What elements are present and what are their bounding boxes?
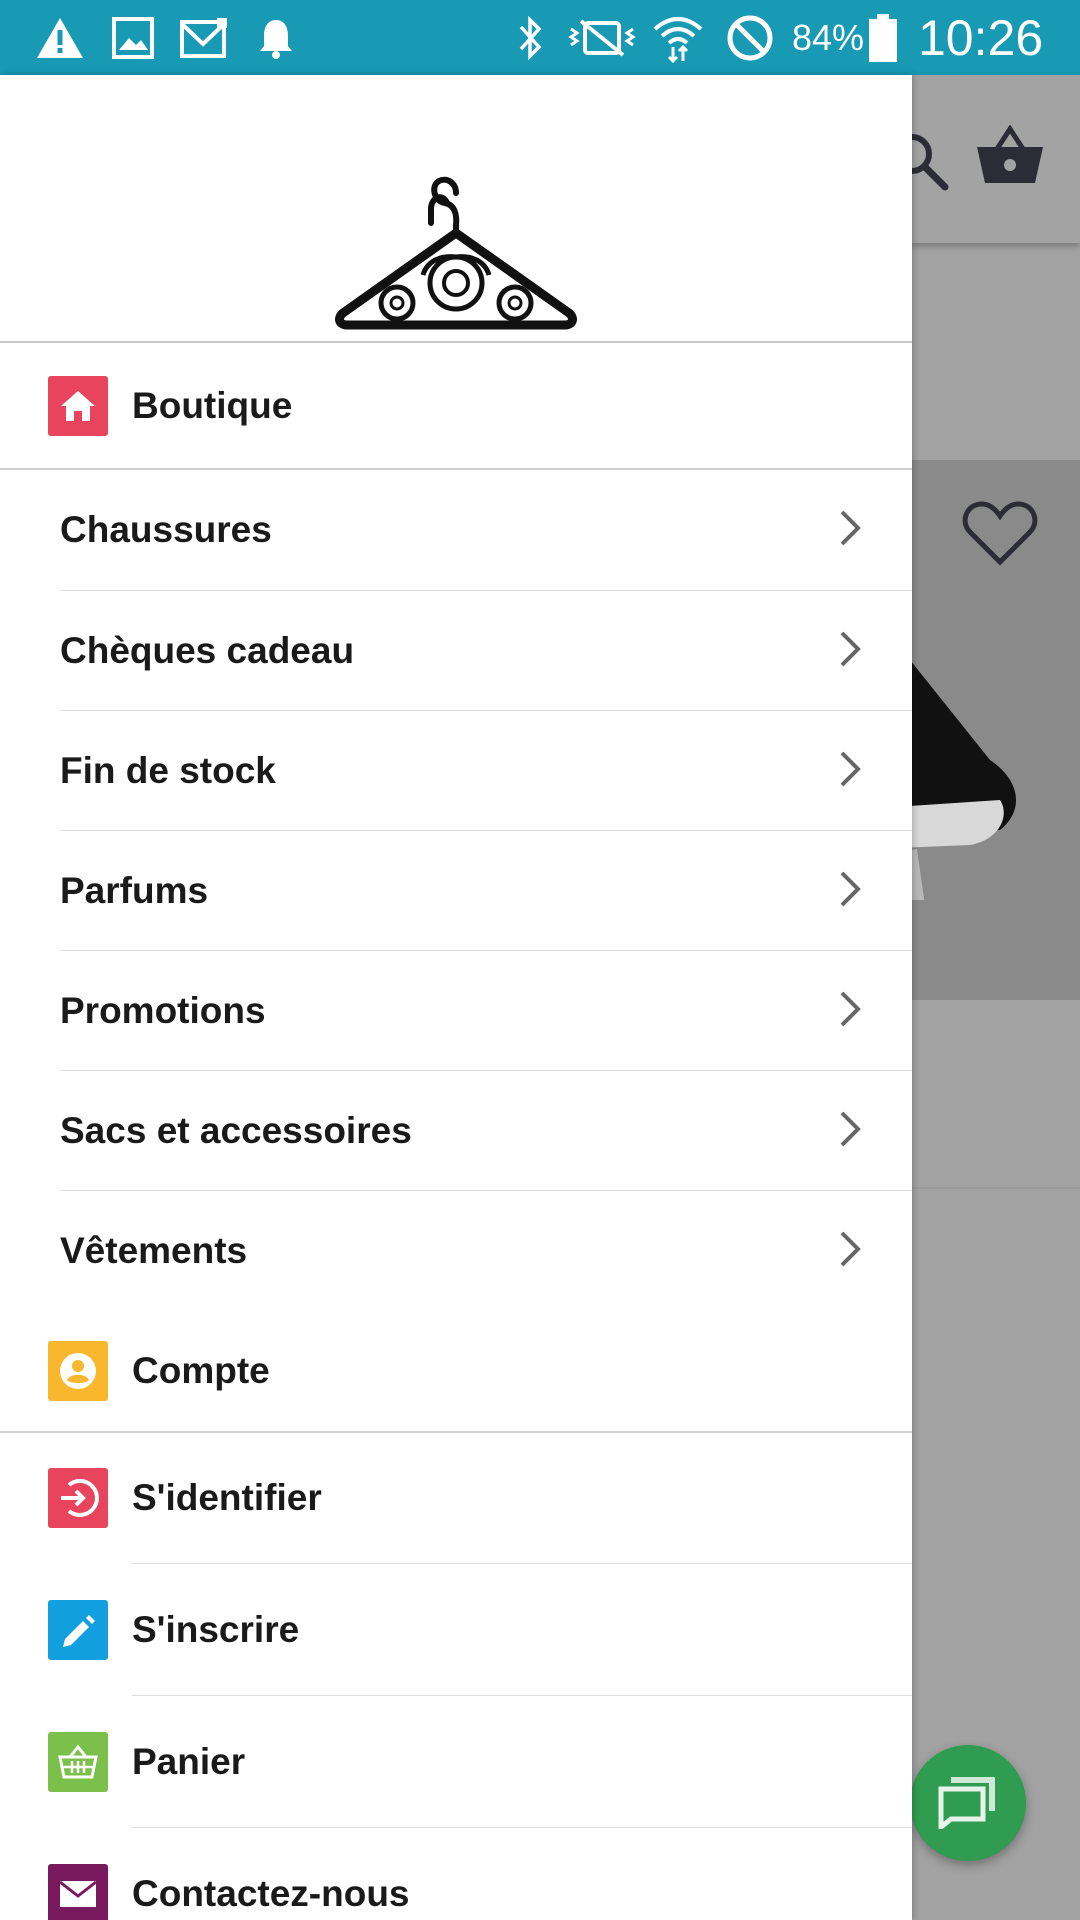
category-promotions[interactable]: Promotions bbox=[0, 951, 912, 1071]
navigation-drawer: Boutique Chaussures Chèques cadeau Fin d… bbox=[0, 75, 912, 1920]
menu-item-sidentifier[interactable]: S'identifier bbox=[0, 1433, 912, 1563]
row-divider bbox=[132, 1827, 912, 1828]
category-cheques-cadeau[interactable]: Chèques cadeau bbox=[0, 591, 912, 711]
menu-item-label: S'identifier bbox=[132, 1477, 322, 1518]
wifi-icon bbox=[650, 0, 706, 75]
basket-icon bbox=[48, 1732, 108, 1792]
chevron-right-icon bbox=[838, 629, 862, 674]
menu-item-boutique[interactable]: Boutique bbox=[0, 345, 912, 467]
drawer-header bbox=[0, 75, 912, 343]
menu-item-label: Boutique bbox=[132, 385, 293, 426]
row-divider bbox=[132, 1563, 912, 1564]
category-label: Sacs et accessoires bbox=[60, 1110, 412, 1151]
do-not-disturb-icon bbox=[724, 0, 776, 75]
basket-icon bbox=[975, 124, 1045, 192]
pencil-icon bbox=[48, 1600, 108, 1660]
category-label: Vêtements bbox=[60, 1230, 248, 1271]
chevron-right-icon bbox=[838, 508, 862, 553]
bluetooth-icon bbox=[510, 0, 550, 75]
chat-fab[interactable] bbox=[910, 1745, 1026, 1861]
status-bar: 84% 10:26 bbox=[0, 0, 1080, 75]
clock: 10:26 bbox=[918, 9, 1044, 66]
category-label: Fin de stock bbox=[60, 750, 276, 791]
category-fin-de-stock[interactable]: Fin de stock bbox=[0, 711, 912, 831]
menu-item-label: Panier bbox=[132, 1741, 246, 1782]
chevron-right-icon bbox=[838, 1229, 862, 1274]
envelope-icon bbox=[48, 1864, 108, 1920]
heart-icon bbox=[962, 500, 1038, 571]
menu-item-label: S'inscrire bbox=[132, 1609, 300, 1650]
category-label: Chèques cadeau bbox=[60, 630, 355, 671]
menu-item-label: Contactez-nous bbox=[132, 1873, 410, 1914]
chevron-right-icon bbox=[838, 1109, 862, 1154]
battery-percent: 84% bbox=[792, 16, 865, 58]
menu-section-label: Compte bbox=[132, 1350, 270, 1391]
login-icon bbox=[48, 1468, 108, 1528]
chevron-right-icon bbox=[838, 869, 862, 914]
warning-icon bbox=[34, 0, 86, 75]
category-chaussures[interactable]: Chaussures bbox=[0, 470, 912, 590]
row-divider bbox=[132, 1695, 912, 1696]
menu-item-contactez-nous[interactable]: Contactez-nous bbox=[0, 1829, 912, 1920]
category-label: Chaussures bbox=[60, 509, 272, 550]
battery-icon bbox=[866, 0, 900, 75]
chat-icon bbox=[937, 1773, 999, 1834]
category-label: Promotions bbox=[60, 990, 266, 1031]
category-label: Parfums bbox=[60, 870, 209, 911]
menu-section-compte: Compte bbox=[0, 1311, 912, 1431]
email-icon bbox=[178, 0, 232, 75]
category-sacs-et-accessoires[interactable]: Sacs et accessoires bbox=[0, 1071, 912, 1191]
home-icon bbox=[48, 376, 108, 436]
category-vetements[interactable]: Vêtements bbox=[0, 1191, 912, 1311]
menu-item-sinscrire[interactable]: S'inscrire bbox=[0, 1565, 912, 1695]
hanger-logo bbox=[335, 175, 577, 338]
category-parfums[interactable]: Parfums bbox=[0, 831, 912, 951]
chevron-right-icon bbox=[838, 749, 862, 794]
menu-item-panier[interactable]: Panier bbox=[0, 1697, 912, 1827]
user-icon bbox=[48, 1341, 108, 1401]
image-icon bbox=[110, 0, 156, 75]
chevron-right-icon bbox=[838, 989, 862, 1034]
vibrate-icon bbox=[566, 0, 638, 75]
bell-icon bbox=[256, 0, 296, 75]
